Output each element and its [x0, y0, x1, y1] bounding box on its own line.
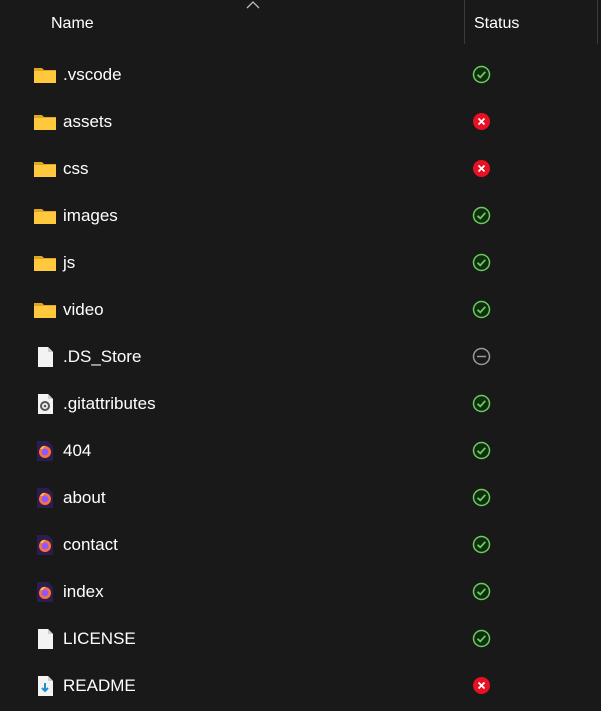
status-synced-icon [472, 394, 491, 413]
status-synced-icon [472, 488, 491, 507]
file-row[interactable]: css [0, 145, 601, 192]
markdown-file-icon [33, 674, 57, 698]
file-name: css [63, 159, 89, 178]
file-name: js [63, 253, 76, 272]
folder-icon [33, 157, 57, 181]
status-synced-icon [472, 65, 491, 84]
file-row[interactable]: .vscode [0, 51, 601, 98]
firefox-html-icon [33, 533, 57, 557]
file-icon [33, 345, 57, 369]
firefox-html-icon [33, 439, 57, 463]
status-synced-icon [472, 253, 491, 272]
file-list: .vscode assets css images js video .DS_Store .g… [0, 51, 601, 709]
folder-icon [33, 298, 57, 322]
firefox-html-icon [33, 486, 57, 510]
folder-icon [33, 63, 57, 87]
sort-ascending-icon [246, 1, 260, 9]
file-name: LICENSE [63, 629, 136, 648]
status-column-header[interactable]: Status [474, 15, 519, 33]
file-row[interactable]: assets [0, 98, 601, 145]
status-error-icon [472, 112, 491, 131]
file-name: 404 [63, 441, 92, 460]
file-row[interactable]: video [0, 286, 601, 333]
status-synced-icon [472, 582, 491, 601]
file-name: images [63, 206, 118, 225]
config-file-icon [33, 392, 57, 416]
folder-icon [33, 110, 57, 134]
file-name: .gitattributes [63, 394, 156, 413]
file-name: README [63, 676, 136, 695]
status-synced-icon [472, 300, 491, 319]
file-row[interactable]: LICENSE [0, 615, 601, 662]
file-row[interactable]: images [0, 192, 601, 239]
name-column-header[interactable]: Name [51, 15, 94, 33]
firefox-html-icon [33, 580, 57, 604]
status-synced-icon [472, 629, 491, 648]
status-error-icon [472, 159, 491, 178]
column-header: Name Status [0, 0, 601, 44]
file-row[interactable]: index [0, 568, 601, 615]
file-name: assets [63, 112, 113, 131]
folder-icon [33, 204, 57, 228]
file-icon [33, 627, 57, 651]
file-row[interactable]: js [0, 239, 601, 286]
status-error-icon [472, 676, 491, 695]
column-divider[interactable] [464, 0, 465, 44]
status-synced-icon [472, 206, 491, 225]
file-row[interactable]: 404 [0, 427, 601, 474]
file-name: about [63, 488, 106, 507]
file-name: index [63, 582, 104, 601]
file-name: video [63, 300, 104, 319]
status-synced-icon [472, 535, 491, 554]
file-name: contact [63, 535, 118, 554]
file-name: .DS_Store [63, 347, 142, 366]
file-row[interactable]: .DS_Store [0, 333, 601, 380]
file-row[interactable]: .gitattributes [0, 380, 601, 427]
file-row[interactable]: README [0, 662, 601, 709]
status-synced-icon [472, 441, 491, 460]
file-row[interactable]: about [0, 474, 601, 521]
file-name: .vscode [63, 65, 122, 84]
column-divider[interactable] [597, 0, 598, 44]
file-row[interactable]: contact [0, 521, 601, 568]
folder-icon [33, 251, 57, 275]
status-excluded-icon [472, 347, 491, 366]
